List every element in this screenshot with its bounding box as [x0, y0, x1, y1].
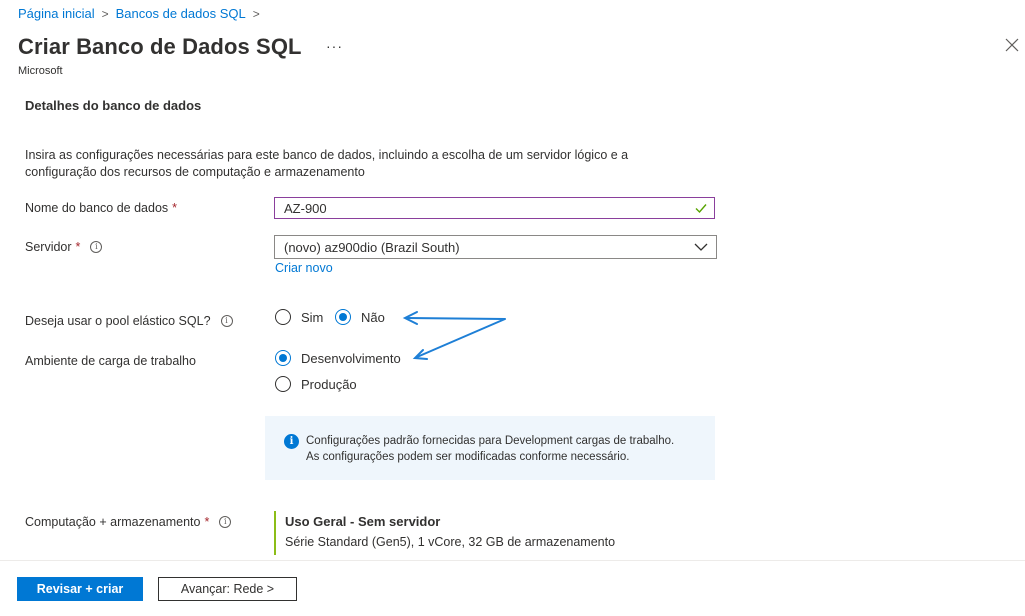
elastic-pool-label-text: Deseja usar o pool elástico SQL?: [25, 314, 211, 328]
breadcrumb-home-link[interactable]: Página inicial: [18, 6, 95, 21]
breadcrumb: Página inicial > Bancos de dados SQL >: [18, 6, 267, 21]
chevron-down-icon: [694, 243, 708, 251]
info-message-box: i Configurações padrão fornecidas para D…: [265, 416, 715, 480]
radio-circle: [275, 376, 291, 392]
radio-label: Não: [361, 309, 385, 325]
server-label-text: Servidor: [25, 240, 72, 254]
elastic-pool-no-radio[interactable]: Não: [335, 309, 385, 325]
info-icon[interactable]: i: [219, 516, 232, 528]
checkmark-icon: [695, 204, 707, 214]
info-icon[interactable]: i: [220, 315, 233, 327]
radio-circle-selected: [275, 350, 291, 366]
create-new-server-link[interactable]: Criar novo: [275, 261, 333, 275]
description-line-1: Insira as configurações necessárias para…: [25, 148, 629, 162]
breadcrumb-sql-databases-link[interactable]: Bancos de dados SQL: [116, 6, 246, 21]
db-name-value: AZ-900: [284, 200, 327, 216]
breadcrumb-separator: >: [101, 6, 109, 21]
breadcrumb-separator: >: [252, 6, 260, 21]
workload-label: Ambiente de carga de trabalho: [25, 354, 196, 368]
page-title: Criar Banco de Dados SQL: [18, 34, 302, 59]
page-subtitle: Microsoft: [18, 65, 63, 77]
workload-label-text: Ambiente de carga de trabalho: [25, 354, 196, 368]
workload-development-radio[interactable]: Desenvolvimento: [275, 350, 401, 366]
compute-tier-detail: Série Standard (Gen5), 1 vCore, 32 GB de…: [285, 535, 616, 549]
compute-tier-name: Uso Geral: [285, 514, 347, 529]
required-marker: *: [172, 201, 178, 215]
compute-label-text: Computação + armazenamento: [25, 515, 201, 529]
description-line-2: configuração dos recursos de computação …: [25, 165, 365, 179]
info-message-line-2: As configurações podem ser modificadas c…: [306, 451, 630, 463]
review-create-button[interactable]: Revisar + criar: [17, 577, 143, 601]
section-title: Detalhes do banco de dados: [25, 98, 202, 113]
close-icon: [1005, 38, 1019, 52]
server-selected-value: (novo) az900dio (Brazil South): [284, 239, 460, 255]
db-name-input[interactable]: AZ-900: [274, 197, 715, 219]
compute-summary: Uso Geral - Sem servidor Série Standard …: [274, 511, 615, 555]
compute-label: Computação + armazenamento * i: [25, 515, 232, 529]
more-options-button[interactable]: ···: [326, 38, 343, 54]
compute-tier-separator: -: [346, 514, 358, 529]
db-name-label: Nome do banco de dados *: [25, 201, 177, 215]
compute-tier-type: Sem servidor: [357, 514, 441, 529]
elastic-pool-label: Deseja usar o pool elástico SQL? i: [25, 314, 233, 328]
radio-label: Desenvolvimento: [301, 350, 401, 366]
info-icon[interactable]: i: [90, 241, 103, 253]
footer-divider: [0, 560, 1025, 561]
next-networking-button[interactable]: Avançar: Rede >: [158, 577, 297, 601]
annotation-arrows: [402, 311, 506, 360]
radio-label: Produção: [301, 376, 357, 392]
radio-label: Sim: [301, 309, 324, 325]
radio-circle: [275, 309, 291, 325]
required-marker: *: [75, 240, 81, 254]
info-message-line-1: Configurações padrão fornecidas para Dev…: [306, 435, 675, 447]
elastic-pool-yes-radio[interactable]: Sim: [275, 309, 323, 325]
db-name-label-text: Nome do banco de dados: [25, 201, 169, 215]
workload-production-radio[interactable]: Produção: [275, 376, 357, 392]
radio-circle-selected: [335, 309, 351, 325]
server-select[interactable]: (novo) az900dio (Brazil South): [274, 235, 717, 259]
required-marker: *: [204, 515, 210, 529]
compute-tier: Uso Geral - Sem servidor: [285, 514, 615, 529]
close-button[interactable]: [1005, 38, 1025, 58]
info-icon: i: [284, 434, 299, 449]
section-description: Insira as configurações necessárias para…: [25, 147, 675, 181]
info-message: Configurações padrão fornecidas para Dev…: [306, 433, 674, 465]
server-label: Servidor * i: [25, 240, 103, 254]
